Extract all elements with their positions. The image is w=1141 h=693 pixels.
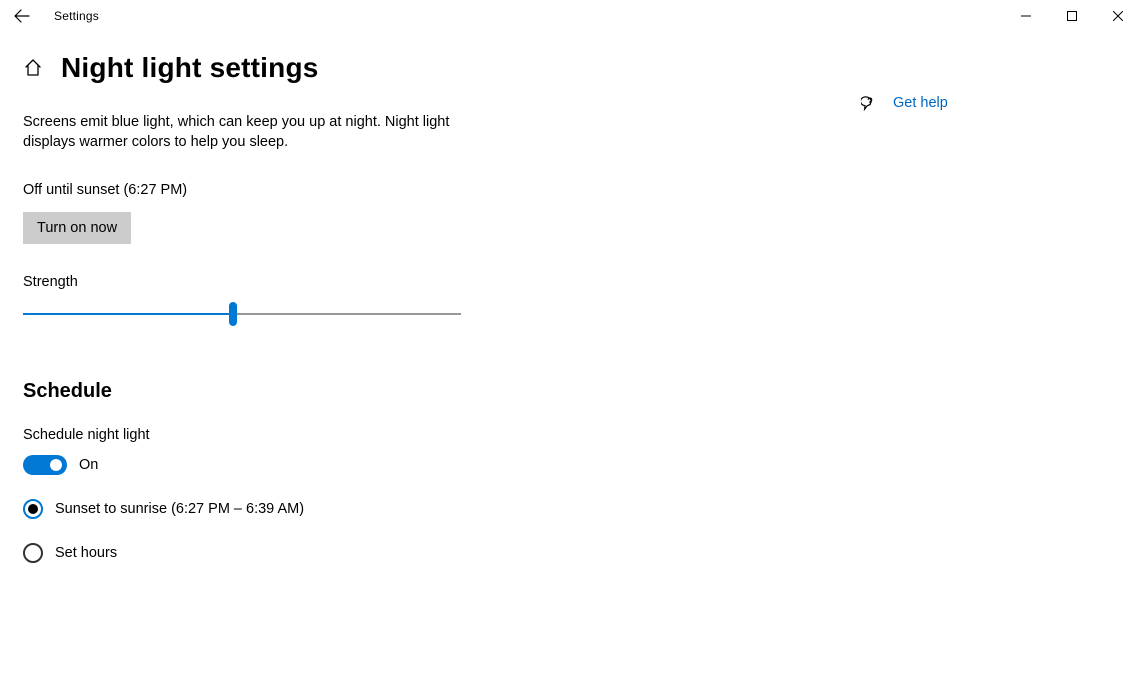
radio-sunset-to-sunrise[interactable]: Sunset to sunrise (6:27 PM – 6:39 AM) xyxy=(23,475,861,519)
maximize-button[interactable] xyxy=(1049,0,1095,32)
radio-indicator xyxy=(23,499,43,519)
toggle-knob xyxy=(50,459,62,471)
slider-thumb[interactable] xyxy=(229,302,237,326)
back-button[interactable] xyxy=(0,0,44,32)
window-controls xyxy=(1003,0,1141,32)
night-light-status: Off until sunset (6:27 PM) xyxy=(23,152,861,198)
home-button[interactable] xyxy=(23,58,43,78)
minimize-button[interactable] xyxy=(1003,0,1049,32)
close-icon xyxy=(1113,11,1123,21)
schedule-heading: Schedule xyxy=(23,328,861,403)
page-title: Night light settings xyxy=(61,52,319,84)
schedule-toggle-state: On xyxy=(79,457,98,473)
back-arrow-icon xyxy=(14,8,30,24)
slider-fill xyxy=(23,313,233,315)
minimize-icon xyxy=(1021,11,1031,21)
schedule-toggle-label: Schedule night light xyxy=(23,403,861,443)
page-header: Night light settings xyxy=(23,32,861,112)
radio-dot xyxy=(28,504,38,514)
turn-on-now-button[interactable]: Turn on now xyxy=(23,212,131,244)
maximize-icon xyxy=(1067,11,1077,21)
radio-indicator xyxy=(23,543,43,563)
schedule-toggle[interactable] xyxy=(23,455,67,475)
title-bar: Settings xyxy=(0,0,1141,32)
radio-set-hours[interactable]: Set hours xyxy=(23,519,861,563)
strength-label: Strength xyxy=(23,274,461,290)
radio-label: Set hours xyxy=(55,545,117,561)
get-help-text[interactable]: Get help xyxy=(893,95,948,111)
get-help-link[interactable]: Get help xyxy=(861,94,1121,112)
home-icon xyxy=(23,58,43,78)
radio-label: Sunset to sunrise (6:27 PM – 6:39 AM) xyxy=(55,501,304,517)
window-title: Settings xyxy=(44,9,99,23)
page-description: Screens emit blue light, which can keep … xyxy=(23,112,483,152)
strength-slider[interactable] xyxy=(23,300,461,328)
help-icon xyxy=(861,94,879,112)
close-button[interactable] xyxy=(1095,0,1141,32)
